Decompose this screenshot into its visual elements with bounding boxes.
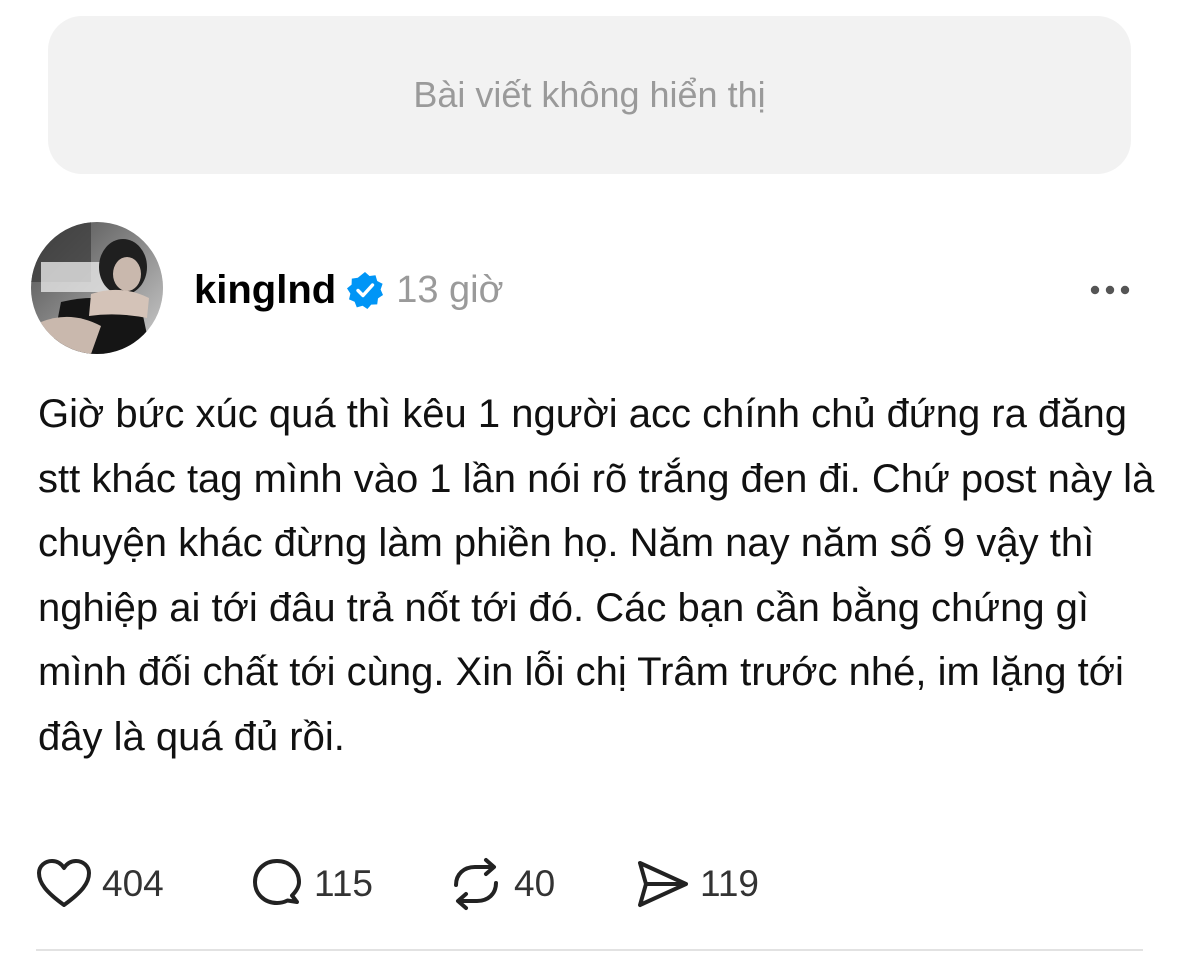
share-button[interactable]: 119 — [634, 856, 759, 912]
post-timestamp: 13 giờ — [396, 268, 504, 311]
repost-count: 40 — [514, 863, 556, 904]
username[interactable]: kinglnd — [194, 268, 336, 313]
divider — [36, 949, 1143, 951]
hidden-post-placeholder: Bài viết không hiển thị — [48, 16, 1131, 174]
hidden-post-text: Bài viết không hiển thị — [413, 74, 766, 115]
post-body-text: Giờ bức xúc quá thì kêu 1 người acc chín… — [38, 392, 1155, 759]
like-button[interactable]: 404 — [36, 856, 164, 912]
repost-icon — [454, 858, 498, 910]
verified-badge-icon — [346, 271, 384, 309]
comment-button[interactable]: 115 — [250, 856, 373, 912]
comment-bubble-icon — [253, 859, 301, 905]
share-count: 119 — [700, 863, 759, 904]
more-options-button[interactable] — [1084, 270, 1136, 310]
send-icon — [638, 861, 688, 907]
post-header: kinglnd 13 giờ — [194, 262, 504, 318]
post-actions-bar: 404 115 40 119 — [36, 856, 1136, 912]
avatar-photo — [31, 222, 163, 354]
comment-count: 115 — [314, 863, 373, 904]
more-horizontal-icon — [1090, 285, 1130, 295]
avatar[interactable] — [31, 222, 163, 354]
like-count: 404 — [102, 863, 164, 904]
repost-button[interactable]: 40 — [448, 856, 555, 912]
heart-icon — [37, 859, 91, 907]
